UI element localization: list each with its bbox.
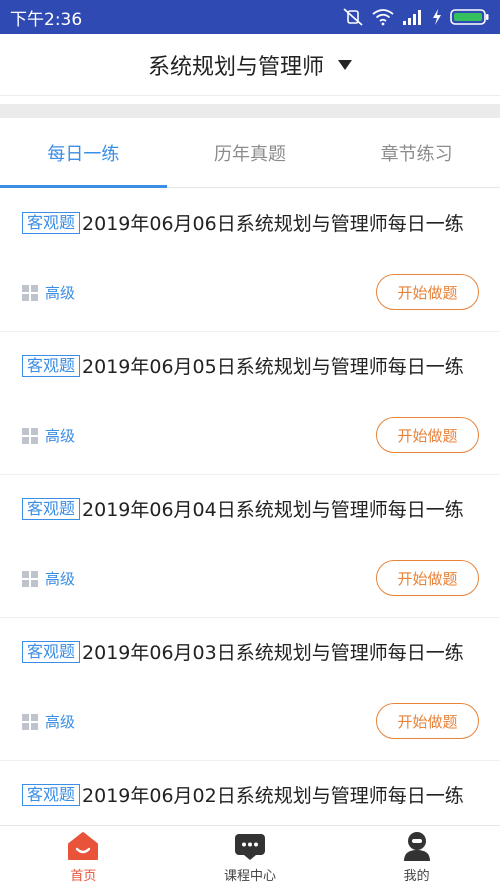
level-label: 高级 [45, 284, 76, 302]
caret-down-icon [338, 59, 352, 70]
tab-chapter-practice[interactable]: 章节练习 [333, 118, 500, 187]
tab-daily-practice[interactable]: 每日一练 [0, 118, 167, 188]
exercise-title-text: 2019年06月06日系统规划与管理师每日一练 [82, 213, 464, 235]
nav-profile-label: 我的 [403, 869, 430, 884]
course-center-icon [235, 834, 265, 860]
objective-tag: 客观题 [22, 784, 81, 806]
exercise-title: 客观题 2019年06月05日系统规划与管理师每日一练 [22, 352, 482, 383]
level-row: 高级 [22, 568, 75, 589]
nav-profile[interactable]: 我的 [333, 826, 500, 889]
start-button[interactable]: 开始做题 [376, 560, 479, 596]
page-title: 系统规划与管理师 [147, 54, 324, 80]
exercise-title: 客观题 2019年06月04日系统规划与管理师每日一练 [22, 495, 482, 526]
signal-icon [403, 10, 421, 25]
tab-past-exams[interactable]: 历年真题 [167, 118, 334, 187]
start-button[interactable]: 开始做题 [376, 417, 479, 453]
charging-icon [433, 9, 441, 25]
objective-tag: 客观题 [22, 355, 81, 377]
nav-course-center[interactable]: 课程中心 [167, 826, 334, 889]
objective-tag: 客观题 [22, 641, 81, 663]
level-row: 高级 [22, 282, 75, 303]
header-dropdown[interactable]: 系统规划与管理师 [0, 34, 500, 96]
nav-home[interactable]: 首页 [0, 826, 167, 889]
exercise-list[interactable]: 客观题 2019年06月06日系统规划与管理师每日一练 高级 开始做题 客观题 20… [0, 189, 500, 825]
level-row: 高级 [22, 425, 75, 446]
exercise-item[interactable]: 客观题 2019年06月03日系统规划与管理师每日一练 高级 开始做题 [0, 618, 500, 761]
status-time: 下午2:36 [10, 9, 83, 30]
level-label: 高级 [45, 570, 76, 588]
nav-home-label: 首页 [70, 869, 97, 884]
exercise-title-text: 2019年06月03日系统规划与管理师每日一练 [82, 642, 464, 664]
level-label: 高级 [45, 427, 76, 445]
exercise-title-text: 2019年06月05日系统规划与管理师每日一练 [82, 356, 464, 378]
start-button[interactable]: 开始做题 [376, 703, 479, 739]
level-label: 高级 [45, 713, 76, 731]
status-icons [342, 8, 490, 26]
battery-icon [450, 9, 489, 25]
exercise-title-text: 2019年06月04日系统规划与管理师每日一练 [82, 499, 464, 521]
mute-vibrate-icon [343, 8, 363, 26]
objective-tag: 客观题 [22, 212, 81, 234]
status-bar: 下午2:36 [0, 0, 500, 34]
wifi-icon [372, 9, 394, 26]
exercise-item[interactable]: 客观题 2019年06月02日系统规划与管理师每日一练 [0, 761, 500, 825]
exercise-title: 客观题 2019年06月02日系统规划与管理师每日一练 [22, 781, 482, 812]
exercise-title-text: 2019年06月02日系统规划与管理师每日一练 [82, 785, 464, 807]
bottom-nav: 首页 课程中心 我的 [0, 825, 500, 889]
exercise-item[interactable]: 客观题 2019年06月04日系统规划与管理师每日一练 高级 开始做题 [0, 475, 500, 618]
profile-icon [403, 832, 430, 861]
exercise-title: 客观题 2019年06月03日系统规划与管理师每日一练 [22, 638, 482, 669]
exercise-item[interactable]: 客观题 2019年06月05日系统规划与管理师每日一练 高级 开始做题 [0, 332, 500, 475]
exercise-title: 客观题 2019年06月06日系统规划与管理师每日一练 [22, 209, 482, 240]
nav-course-center-label: 课程中心 [224, 869, 277, 884]
grid-icon [22, 570, 38, 587]
grid-icon [22, 713, 38, 730]
level-row: 高级 [22, 711, 75, 732]
divider-band [0, 104, 500, 118]
start-button[interactable]: 开始做题 [376, 274, 479, 310]
home-icon [68, 832, 99, 860]
tab-bar: 每日一练 历年真题 章节练习 [0, 118, 500, 188]
grid-icon [22, 284, 38, 301]
grid-icon [22, 427, 38, 444]
exercise-item[interactable]: 客观题 2019年06月06日系统规划与管理师每日一练 高级 开始做题 [0, 189, 500, 332]
objective-tag: 客观题 [22, 498, 81, 520]
